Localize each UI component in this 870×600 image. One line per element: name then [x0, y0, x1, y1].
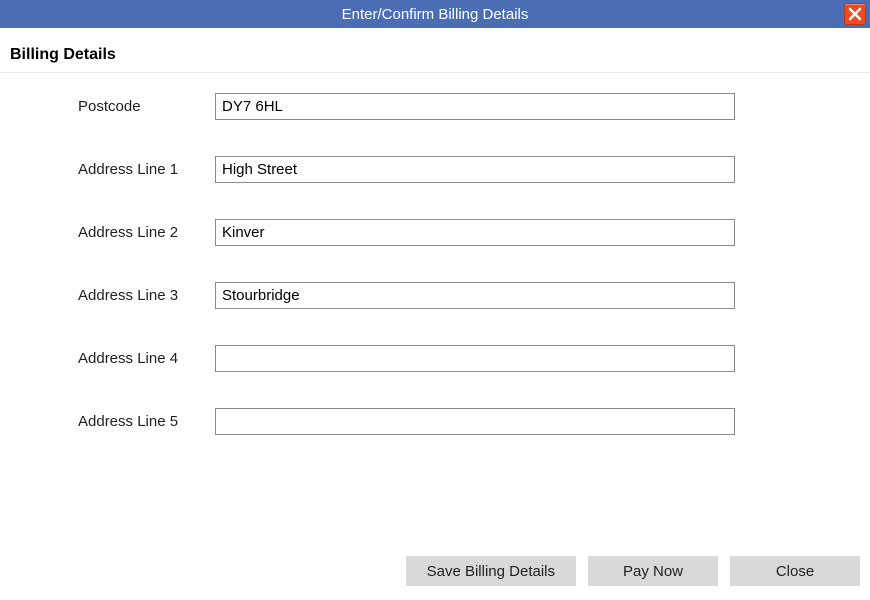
address-line-1-label: Address Line 1 [10, 161, 215, 178]
postcode-input[interactable] [215, 93, 735, 120]
address-line-5-row: Address Line 5 [10, 408, 860, 435]
address-line-4-label: Address Line 4 [10, 350, 215, 367]
x-icon [848, 7, 862, 21]
window-title: Enter/Confirm Billing Details [342, 6, 529, 23]
titlebar: Enter/Confirm Billing Details [0, 0, 870, 28]
close-icon[interactable] [844, 3, 866, 25]
address-line-1-row: Address Line 1 [10, 156, 860, 183]
billing-details-dialog: Enter/Confirm Billing Details Billing De… [0, 0, 870, 600]
address-line-2-label: Address Line 2 [10, 224, 215, 241]
address-line-2-input[interactable] [215, 219, 735, 246]
address-line-1-input[interactable] [215, 156, 735, 183]
section-heading: Billing Details [0, 46, 870, 73]
address-line-3-row: Address Line 3 [10, 282, 860, 309]
address-line-5-label: Address Line 5 [10, 413, 215, 430]
address-line-3-label: Address Line 3 [10, 287, 215, 304]
address-line-5-input[interactable] [215, 408, 735, 435]
address-line-4-input[interactable] [215, 345, 735, 372]
postcode-row: Postcode [10, 93, 860, 120]
pay-now-button[interactable]: Pay Now [588, 556, 718, 586]
close-button[interactable]: Close [730, 556, 860, 586]
address-line-3-input[interactable] [215, 282, 735, 309]
save-billing-details-button[interactable]: Save Billing Details [406, 556, 576, 586]
postcode-label: Postcode [10, 98, 215, 115]
address-line-4-row: Address Line 4 [10, 345, 860, 372]
button-bar: Save Billing Details Pay Now Close [0, 546, 870, 600]
content-area: Billing Details Postcode Address Line 1 … [0, 28, 870, 600]
billing-form: Postcode Address Line 1 Address Line 2 A… [0, 73, 870, 471]
address-line-2-row: Address Line 2 [10, 219, 860, 246]
